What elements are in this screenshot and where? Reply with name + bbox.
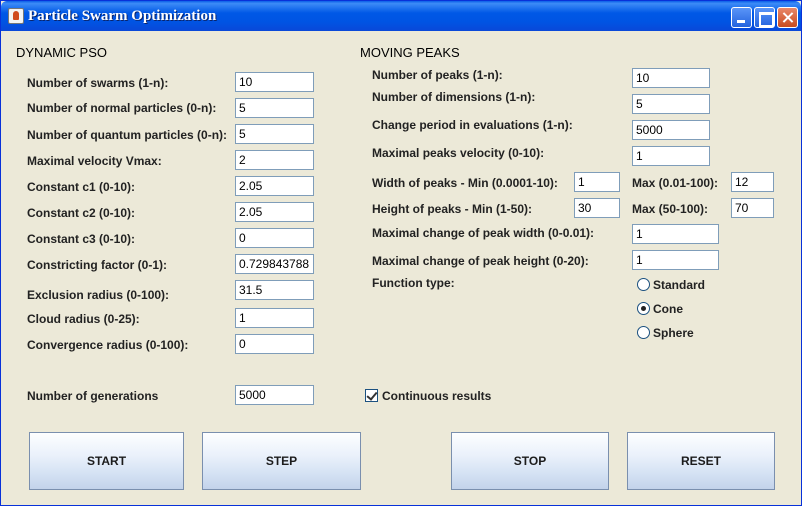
exclusion-radius-label: Exclusion radius (0-100): (27, 288, 170, 302)
cloud-radius-input[interactable]: 1 (235, 308, 314, 328)
swarms-label: Number of swarms (1-n): (27, 76, 169, 90)
title-bar[interactable]: Particle Swarm Optimization (1, 1, 801, 31)
window-title: Particle Swarm Optimization (28, 8, 217, 24)
continuous-results-checkbox[interactable] (365, 389, 378, 402)
quantum-particles-label: Number of quantum particles (0-n): (27, 128, 228, 142)
quantum-particles-input[interactable]: 5 (235, 124, 314, 144)
c1-label: Constant c1 (0-10): (27, 180, 136, 194)
constricting-factor-label: Constricting factor (0-1): (27, 258, 168, 272)
c2-label: Constant c2 (0-10): (27, 206, 136, 220)
radio-standard[interactable] (637, 278, 650, 291)
width-max-label: Max (0.01-100): (632, 176, 719, 190)
peaks-velocity-label: Maximal peaks velocity (0-10): (372, 146, 545, 160)
width-min-input[interactable]: 1 (574, 172, 620, 192)
generations-input[interactable]: 5000 (235, 385, 314, 405)
function-type-label: Function type: (372, 276, 455, 290)
vmax-input[interactable]: 2 (235, 150, 314, 170)
convergence-radius-input[interactable]: 0 (235, 334, 314, 354)
minimize-button[interactable] (731, 7, 752, 28)
maximize-button[interactable] (754, 7, 775, 28)
main-window: Particle Swarm Optimization DYNAMIC PSO … (0, 0, 802, 506)
change-height-label: Maximal change of peak height (0-20): (372, 254, 589, 268)
peaks-label: Number of peaks (1-n): (372, 68, 503, 82)
radio-sphere-label[interactable]: Sphere (653, 326, 694, 340)
swarms-input[interactable]: 10 (235, 72, 314, 92)
normal-particles-input[interactable]: 5 (235, 98, 314, 118)
close-button[interactable] (777, 7, 798, 28)
height-max-input[interactable]: 70 (731, 198, 774, 218)
width-max-input[interactable]: 12 (731, 172, 774, 192)
change-period-input[interactable]: 5000 (632, 120, 710, 140)
height-min-input[interactable]: 30 (574, 198, 620, 218)
c3-input[interactable]: 0 (235, 228, 314, 248)
moving-peaks-title: MOVING PEAKS (360, 45, 460, 60)
radio-sphere[interactable] (637, 326, 650, 339)
change-period-label: Change period in evaluations (1-n): (372, 118, 573, 132)
stop-button[interactable]: STOP (451, 432, 609, 490)
exclusion-radius-input[interactable]: 31.5 (235, 280, 314, 300)
normal-particles-label: Number of normal particles (0-n): (27, 101, 217, 115)
vmax-label: Maximal velocity Vmax: (27, 154, 162, 168)
dynamic-pso-title: DYNAMIC PSO (16, 45, 108, 60)
radio-standard-label[interactable]: Standard (653, 278, 705, 292)
height-peaks-label: Height of peaks - Min (1-50): (372, 202, 533, 216)
dimensions-input[interactable]: 5 (632, 94, 710, 114)
cloud-radius-label: Cloud radius (0-25): (27, 312, 140, 326)
constricting-factor-input[interactable]: 0.729843788 (235, 254, 314, 274)
step-button[interactable]: STEP (202, 432, 361, 490)
continuous-results-label[interactable]: Continuous results (382, 389, 491, 403)
java-app-icon (8, 8, 24, 24)
c3-label: Constant c3 (0-10): (27, 232, 136, 246)
width-peaks-label: Width of peaks - Min (0.0001-10): (372, 176, 558, 190)
radio-cone-label[interactable]: Cone (653, 302, 683, 316)
dimensions-label: Number of dimensions (1-n): (372, 90, 536, 104)
change-width-input[interactable]: 1 (632, 224, 719, 244)
c2-input[interactable]: 2.05 (235, 202, 314, 222)
peaks-velocity-input[interactable]: 1 (632, 146, 710, 166)
change-height-input[interactable]: 1 (632, 250, 719, 270)
start-button[interactable]: START (29, 432, 184, 490)
peaks-input[interactable]: 10 (632, 68, 710, 88)
height-max-label: Max (50-100): (632, 202, 709, 216)
radio-cone[interactable] (637, 302, 650, 315)
convergence-radius-label: Convergence radius (0-100): (27, 338, 189, 352)
change-width-label: Maximal change of peak width (0-0.01): (372, 226, 595, 240)
c1-input[interactable]: 2.05 (235, 176, 314, 196)
generations-label: Number of generations (27, 389, 159, 403)
reset-button[interactable]: RESET (627, 432, 775, 490)
